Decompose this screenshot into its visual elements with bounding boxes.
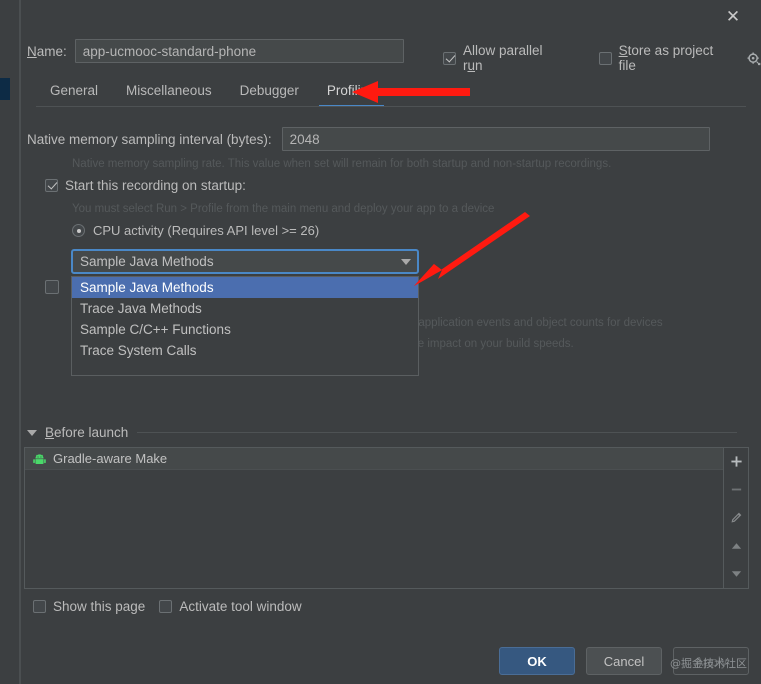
move-down-button[interactable] [726,565,746,582]
before-launch-title: Before launch [45,425,129,440]
tab-debugger[interactable]: Debugger [226,83,313,107]
list-item[interactable]: Gradle-aware Make [25,448,723,470]
dialog-action-buttons: OK Cancel Apply [499,647,749,675]
allow-parallel-run-checkbox[interactable]: Allow parallel run [443,43,566,73]
name-row: Name: [27,39,404,63]
native-sampling-row: Native memory sampling interval (bytes): [27,127,710,151]
checkbox-box [33,600,46,613]
cpu-activity-radio[interactable]: CPU activity (Requires API level >= 26) [72,223,319,238]
list-item-label: Gradle-aware Make [53,451,168,466]
checkbox-box [443,51,456,65]
name-label-mnemonic: N [27,43,37,59]
dropdown-option-trace-system-calls[interactable]: Trace System Calls [72,340,418,361]
gear-icon[interactable] [747,52,761,66]
native-sampling-hint: Native memory sampling rate. This value … [72,158,612,170]
checkbox-box [45,179,58,192]
ide-left-strip [0,0,20,684]
activate-tool-window-checkbox[interactable]: Activate tool window [159,599,302,614]
native-sampling-input[interactable] [281,127,710,151]
ok-button[interactable]: OK [499,647,575,675]
before-launch-toolbar [724,447,749,589]
store-as-project-file-label: Store as project file [618,43,714,73]
show-this-page-label: Show this page [53,599,146,614]
close-icon[interactable]: ✕ [719,3,747,29]
tab-general[interactable]: General [36,83,112,107]
cancel-button[interactable]: Cancel [586,647,662,675]
remove-button[interactable] [726,481,746,498]
before-launch-divider [137,432,737,433]
triangle-down-icon[interactable] [27,429,37,436]
dropdown-padding [72,361,418,375]
dropdown-option-trace-java-methods[interactable]: Trace Java Methods [72,298,418,319]
run-debug-configurations-dialog: ✕ Name: Allow parallel run Store as proj… [0,0,761,684]
top-options: Allow parallel run Store as project file [443,43,761,73]
tab-profiling[interactable]: Profiling [313,83,390,107]
store-as-project-file-checkbox[interactable]: Store as project file [598,43,761,73]
name-input[interactable] [74,39,404,63]
bottom-options: Show this page Activate tool window [33,599,302,614]
native-sampling-label: Native memory sampling interval (bytes): [27,131,272,147]
add-button[interactable] [726,453,746,470]
name-label: Name: [27,43,67,59]
cpu-activity-label: CPU activity (Requires API level >= 26) [93,223,320,238]
dropdown-option-sample-c-cpp-functions[interactable]: Sample C/C++ Functions [72,319,418,340]
checkbox-box [598,51,612,65]
dropdown-option-sample-java-methods[interactable]: Sample Java Methods [72,277,418,298]
secondary-option-checkbox[interactable] [45,280,59,297]
tab-bar: General Miscellaneous Debugger Profiling [21,76,761,107]
activate-tool-window-label: Activate tool window [179,599,302,614]
allow-parallel-run-label: Allow parallel run [463,43,543,73]
checkbox-box [45,280,59,294]
tab-bar-underline [36,106,746,107]
start-recording-hint: You must select Run > Profile from the m… [72,203,495,215]
radio-button [72,224,85,237]
profiling-mode-value: Sample Java Methods [80,254,214,269]
ide-left-strip-selection [0,78,10,100]
profiling-mode-dropdown-list[interactable]: Sample Java Methods Trace Java Methods S… [71,276,419,376]
start-recording-checkbox[interactable]: Start this recording on startup: [45,178,246,193]
android-icon [33,453,46,464]
annotation-arrow-dropdown [414,212,530,286]
move-up-button[interactable] [726,537,746,554]
profiling-mode-combobox[interactable]: Sample Java Methods [71,249,419,274]
show-this-page-checkbox[interactable]: Show this page [33,599,145,614]
start-recording-label: Start this recording on startup: [65,178,246,193]
before-launch-header: Before launch [27,425,737,440]
tab-miscellaneous[interactable]: Miscellaneous [112,83,226,107]
start-recording-checkbox-row[interactable]: Start this recording on startup: [45,178,246,193]
checkbox-box [159,600,173,613]
chevron-down-icon[interactable] [395,258,417,265]
edit-button[interactable] [726,509,746,526]
before-launch-task-list[interactable]: Gradle-aware Make [24,447,724,589]
apply-button[interactable]: Apply [673,647,749,675]
